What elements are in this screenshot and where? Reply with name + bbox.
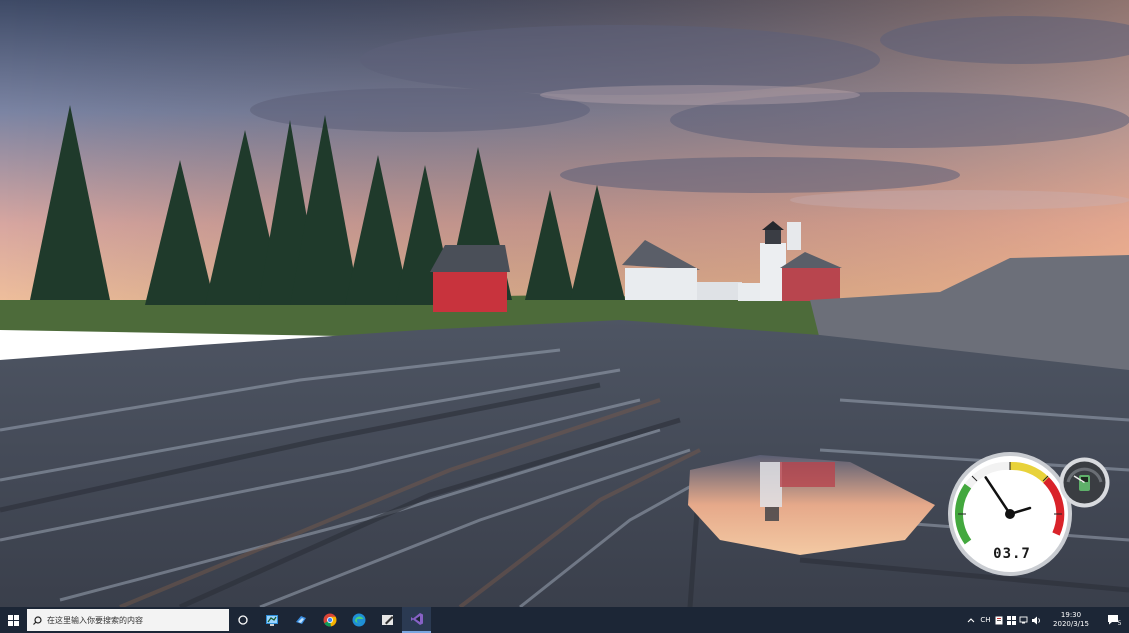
taskbar-search-box[interactable] (27, 609, 229, 631)
network-button[interactable] (1017, 607, 1029, 633)
volume-button[interactable] (1029, 607, 1043, 633)
fuel-gauge-icon (1059, 457, 1110, 508)
visual-studio-icon (410, 613, 423, 625)
start-button[interactable] (0, 607, 26, 633)
taskbar-app-chrome[interactable] (315, 607, 344, 633)
network-icon (1019, 616, 1027, 624)
tray-app-icon[interactable] (993, 607, 1005, 633)
pen-icon (381, 615, 393, 625)
speedometer-gauge-widget[interactable]: 03.7 (946, 450, 1074, 578)
action-center-button[interactable]: 5 (1099, 607, 1129, 633)
ime-indicator[interactable]: CH (978, 607, 993, 633)
search-icon (33, 615, 42, 625)
grid-icon (1006, 615, 1016, 625)
clock-date: 2020/3/15 (1053, 620, 1089, 628)
taskbar: CH (0, 607, 1129, 633)
taskbar-app-remote-desktop[interactable] (286, 607, 315, 633)
tray-grid-icon-button[interactable] (1005, 607, 1017, 633)
chrome-icon (323, 613, 336, 627)
show-hidden-icons-button[interactable] (964, 607, 978, 633)
notification-count-badge: 5 (1117, 619, 1122, 627)
mini-gauge-widget[interactable] (1058, 456, 1111, 509)
circle-icon (238, 615, 248, 625)
document-icon (995, 616, 1003, 624)
clock-time: 19:30 (1060, 611, 1082, 619)
taskbar-app-edge[interactable] (344, 607, 373, 633)
search-input[interactable] (42, 615, 223, 625)
remote-desktop-icon (295, 616, 306, 624)
chevron-up-icon (967, 618, 975, 623)
cortana-button[interactable] (229, 607, 257, 633)
gauge-readout: 03.7 (993, 546, 1031, 562)
desktop: 03.7 (0, 0, 1129, 607)
edge-icon (352, 613, 365, 627)
taskbar-app-control-panel[interactable] (257, 607, 286, 633)
control-panel-icon (265, 615, 278, 626)
taskbar-clock[interactable]: 19:30 2020/3/15 (1043, 607, 1099, 633)
windows-logo-icon (7, 614, 19, 626)
system-tray: CH 19:30 2020/3/15 5 (964, 607, 1129, 633)
taskbar-app-visual-studio[interactable] (402, 607, 431, 633)
taskbar-app-snipping-tool[interactable] (373, 607, 402, 633)
volume-icon (1032, 616, 1040, 624)
